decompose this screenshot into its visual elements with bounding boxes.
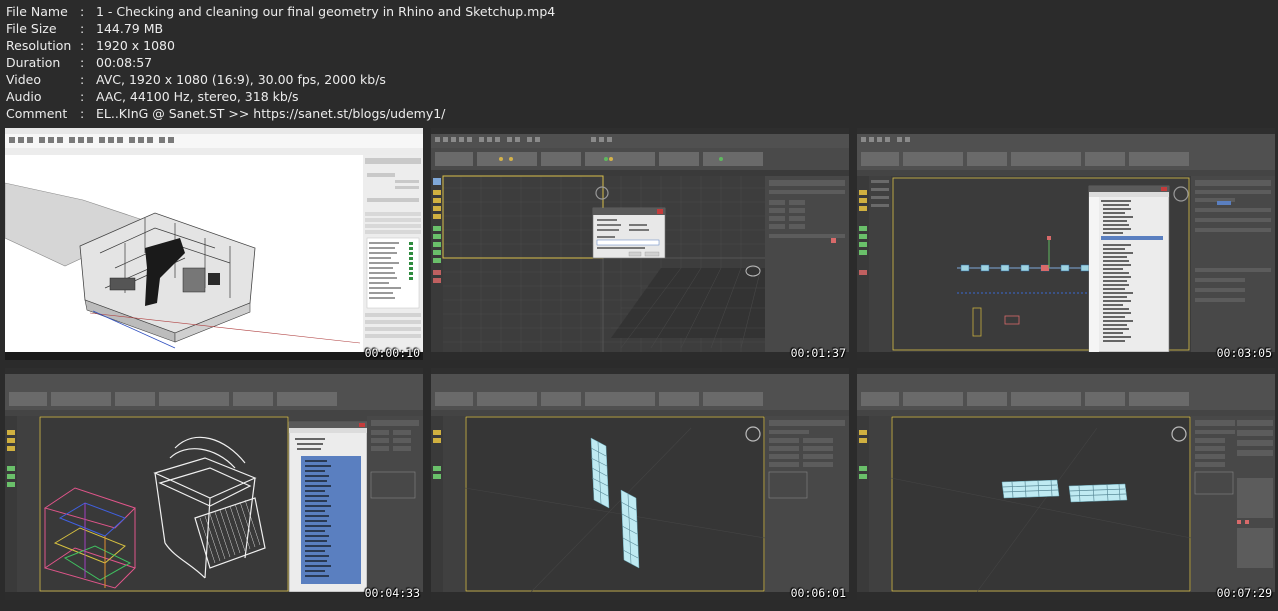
3dsmax-screenshot: [5, 368, 423, 600]
thumbnail-3dsmax-benches[interactable]: 00:07:29: [857, 368, 1275, 600]
separator: :: [80, 21, 85, 36]
audio-value: AAC, 44100 Hz, stereo, 318 kb/s: [96, 89, 299, 104]
thumbnail-3dsmax-scene-explorer[interactable]: 00:03:05: [857, 128, 1275, 360]
audio-row: Audio: AAC, 44100 Hz, stereo, 318 kb/s: [6, 88, 606, 105]
thumbnail-3dsmax-chair[interactable]: 00:04:33: [5, 368, 423, 600]
thumbnail-timestamp: 00:01:37: [790, 346, 846, 360]
separator: :: [80, 38, 85, 53]
thumbnail-timestamp: 00:06:01: [790, 586, 846, 600]
separator: :: [80, 106, 85, 121]
video-row: Video: AVC, 1920 x 1080 (16:9), 30.00 fps…: [6, 71, 606, 88]
separator: :: [80, 4, 85, 19]
resolution-key: Resolution: [6, 38, 72, 53]
3dsmax-screenshot: [431, 368, 849, 600]
duration-row: Duration:00:08:57: [6, 54, 606, 71]
thumbnail-grid: 00:00:10 00:01:37 00:03:05 00:04:33 00:0…: [5, 128, 1275, 606]
3dsmax-screenshot: [431, 128, 849, 360]
file-size-row: File Size:144.79 MB: [6, 20, 606, 37]
file-name-row: File Name:1 - Checking and cleaning our …: [6, 3, 606, 20]
separator: :: [80, 89, 85, 104]
duration-key: Duration: [6, 55, 61, 70]
file-info-panel: File Name:1 - Checking and cleaning our …: [6, 3, 606, 122]
comment-value: EL..KInG @ Sanet.ST >> https://sanet.st/…: [96, 106, 446, 121]
audio-key: Audio: [6, 89, 42, 104]
3dsmax-screenshot: [857, 368, 1275, 600]
duration-value: 00:08:57: [96, 55, 153, 70]
resolution-row: Resolution:1920 x 1080: [6, 37, 606, 54]
comment-row: Comment: EL..KInG @ Sanet.ST >> https://s…: [6, 105, 606, 122]
video-key: Video: [6, 72, 42, 87]
separator: :: [80, 55, 85, 70]
thumbnail-timestamp: 00:03:05: [1216, 346, 1272, 360]
file-name-value: 1 - Checking and cleaning our final geom…: [96, 4, 556, 19]
file-name-key: File Name: [6, 4, 68, 19]
file-size-value: 144.79 MB: [96, 21, 164, 36]
thumbnail-3dsmax-import[interactable]: 00:01:37: [431, 128, 849, 360]
3dsmax-screenshot: [857, 128, 1275, 360]
taskbar: [5, 352, 423, 360]
comment-key: Comment: [6, 106, 68, 121]
resolution-value: 1920 x 1080: [96, 38, 175, 53]
thumbnail-timestamp: 00:00:10: [364, 346, 420, 360]
sketchup-screenshot: [5, 128, 423, 360]
video-value: AVC, 1920 x 1080 (16:9), 30.00 fps, 2000…: [96, 72, 386, 87]
thumbnail-3dsmax-panels[interactable]: 00:06:01: [431, 368, 849, 600]
thumbnail-timestamp: 00:07:29: [1216, 586, 1272, 600]
thumbnail-sketchup[interactable]: 00:00:10: [5, 128, 423, 360]
thumbnail-timestamp: 00:04:33: [364, 586, 420, 600]
separator: :: [80, 72, 85, 87]
file-size-key: File Size: [6, 21, 57, 36]
